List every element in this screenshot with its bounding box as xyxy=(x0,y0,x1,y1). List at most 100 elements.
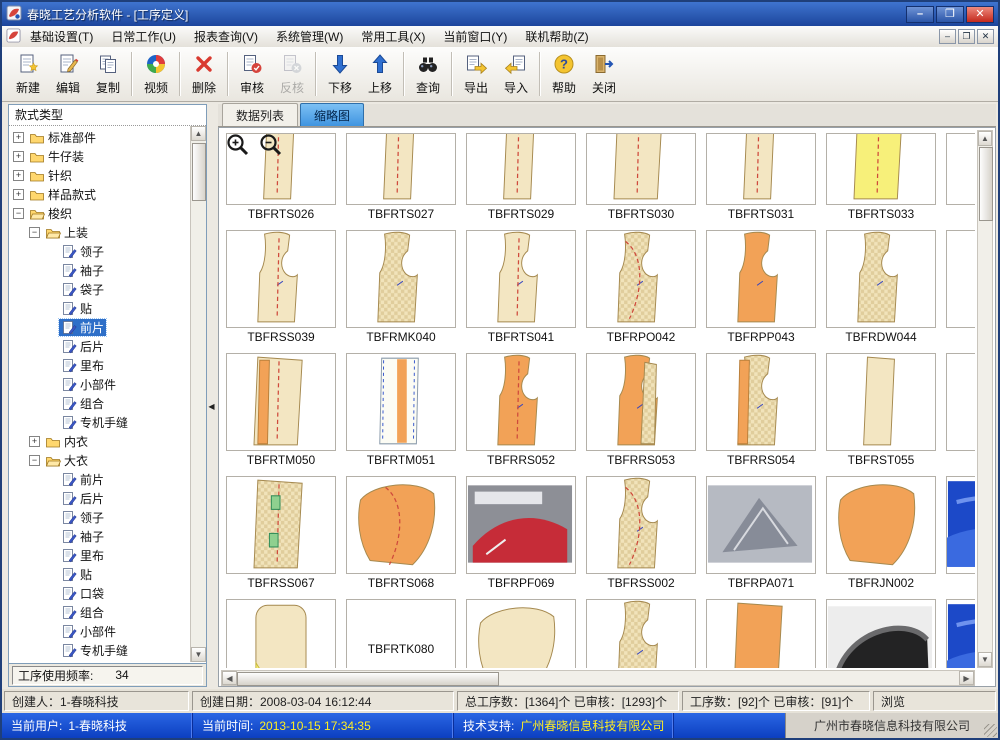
thumbnail-item[interactable]: TBFRPP043 xyxy=(701,227,821,346)
scrollbar-thumb[interactable] xyxy=(192,143,206,201)
thumbnail-item[interactable]: TBFRTM050 xyxy=(221,350,341,469)
tree-item-贴[interactable]: 贴 xyxy=(9,565,191,584)
thumbnail-item[interactable]: TBFRPO042 xyxy=(581,227,701,346)
close-button[interactable]: ✕ xyxy=(966,6,994,23)
thumbnail-item[interactable] xyxy=(941,227,975,346)
thumbnail-item[interactable] xyxy=(461,596,581,668)
tree-item-专机手缝[interactable]: 专机手缝 xyxy=(9,413,191,432)
tree-item-小部件[interactable]: 小部件 xyxy=(9,375,191,394)
tree-item-领子[interactable]: 领子 xyxy=(9,508,191,527)
thumbnail-item[interactable] xyxy=(941,350,975,469)
thumbnail-item[interactable]: TBFRDW044 xyxy=(821,227,941,346)
thumbnail-item[interactable]: TBFRSS067 xyxy=(221,473,341,592)
toolbar-button-moveup[interactable]: 上移 xyxy=(360,50,400,98)
horizontal-scrollbar[interactable]: ◀ ▶ xyxy=(221,670,975,686)
thumbnail-item[interactable]: TBFRTS027 xyxy=(341,130,461,223)
menu-item[interactable]: 常用工具(X) xyxy=(352,26,434,47)
scroll-up-icon[interactable]: ▲ xyxy=(191,126,206,141)
thumbnail-item[interactable]: TBFRRS053 xyxy=(581,350,701,469)
scroll-up-icon[interactable]: ▲ xyxy=(978,131,992,146)
mdi-minimize-button[interactable]: – xyxy=(939,29,956,44)
tree-item-专机手缝[interactable]: 专机手缝 xyxy=(9,641,191,660)
thumbnail-item[interactable]: TBFRST055 xyxy=(821,350,941,469)
tree-item-后片[interactable]: 后片 xyxy=(9,489,191,508)
minimize-button[interactable]: – xyxy=(906,6,934,23)
scroll-right-icon[interactable]: ▶ xyxy=(959,671,974,685)
thumbnail-item[interactable]: TBFRTM051 xyxy=(341,350,461,469)
tree-item-袖子[interactable]: 袖子 xyxy=(9,527,191,546)
thumbnail-item[interactable]: TBFRTS068 xyxy=(341,473,461,592)
thumbnail-item[interactable] xyxy=(581,596,701,668)
menu-item[interactable]: 日常工作(U) xyxy=(102,26,185,47)
thumbnail-item[interactable] xyxy=(941,596,975,668)
tree-item-大衣[interactable]: −大衣 xyxy=(9,451,191,470)
tree-item-内衣[interactable]: +内衣 xyxy=(9,432,191,451)
vertical-scrollbar[interactable]: ▲ ▼ xyxy=(977,130,993,668)
tree-expander[interactable]: + xyxy=(13,170,24,181)
tree-item-口袋[interactable]: 口袋 xyxy=(9,584,191,603)
splitter[interactable]: ◀ xyxy=(207,104,216,687)
menu-item[interactable]: 系统管理(W) xyxy=(267,26,352,47)
thumbnail-item[interactable] xyxy=(941,473,975,592)
thumbnail-item[interactable]: TBFRTS030 xyxy=(581,130,701,223)
tree-item-牛仔装[interactable]: +牛仔装 xyxy=(9,147,191,166)
tree-item-前片[interactable]: 前片 xyxy=(9,318,191,337)
menu-item[interactable]: 联机帮助(Z) xyxy=(516,26,597,47)
tree-item-前片[interactable]: 前片 xyxy=(9,470,191,489)
tree-expander[interactable]: + xyxy=(13,151,24,162)
sidebar-scrollbar[interactable]: ▲ ▼ xyxy=(190,126,206,662)
thumbnail-item[interactable] xyxy=(221,596,341,668)
toolbar-button-exit[interactable]: 关闭 xyxy=(584,50,624,98)
tree-expander[interactable]: + xyxy=(13,132,24,143)
thumbnail-item[interactable]: TBFRTS033 xyxy=(821,130,941,223)
tree-expander[interactable]: + xyxy=(29,436,40,447)
scroll-down-icon[interactable]: ▼ xyxy=(978,652,992,667)
toolbar-button-help[interactable]: ?帮助 xyxy=(544,50,584,98)
thumbnail-item[interactable]: TBFRTS031 xyxy=(701,130,821,223)
tree-expander[interactable]: − xyxy=(29,455,40,466)
toolbar-button-video[interactable]: 视频 xyxy=(136,50,176,98)
menu-item[interactable]: 基础设置(T) xyxy=(21,26,102,47)
menu-item[interactable]: 当前窗口(Y) xyxy=(434,26,516,47)
thumbnail-item[interactable]: TBFRTS029 xyxy=(461,130,581,223)
toolbar-button-delete[interactable]: 删除 xyxy=(184,50,224,98)
toolbar-button-audit[interactable]: 审核 xyxy=(232,50,272,98)
thumbnail-item[interactable]: TBFRRS054 xyxy=(701,350,821,469)
tree-item-样品款式[interactable]: +样品款式 xyxy=(9,185,191,204)
thumbnail-item[interactable]: TBFRRS052 xyxy=(461,350,581,469)
collapse-arrow-icon[interactable]: ◀ xyxy=(207,384,216,428)
tree-item-贴[interactable]: 贴 xyxy=(9,299,191,318)
toolbar-button-new[interactable]: 新建 xyxy=(8,50,48,98)
scroll-down-icon[interactable]: ▼ xyxy=(191,647,206,662)
thumbnail-item[interactable]: TBFRPF069 xyxy=(461,473,581,592)
tab-数据列表[interactable]: 数据列表 xyxy=(222,103,298,126)
toolbar-button-unaudit[interactable]: 反核 xyxy=(272,50,312,98)
thumbnail-item[interactable]: TBFRTK080 xyxy=(341,596,461,668)
thumbnail-item[interactable] xyxy=(701,596,821,668)
toolbar-button-movedown[interactable]: 下移 xyxy=(320,50,360,98)
toolbar-button-export[interactable]: 导出 xyxy=(456,50,496,98)
thumbnail-item[interactable] xyxy=(941,130,975,223)
tree-item-梭织[interactable]: −梭织 xyxy=(9,204,191,223)
scroll-left-icon[interactable]: ◀ xyxy=(222,671,237,685)
tree-item-组合[interactable]: 组合 xyxy=(9,603,191,622)
tree-item-后片[interactable]: 后片 xyxy=(9,337,191,356)
thumbnail-item[interactable]: TBFRSS039 xyxy=(221,227,341,346)
tree-item-里布[interactable]: 里布 xyxy=(9,356,191,375)
zoom-out-button[interactable] xyxy=(258,132,283,160)
menu-item[interactable]: 报表查询(V) xyxy=(185,26,267,47)
tree-item-领子[interactable]: 领子 xyxy=(9,242,191,261)
thumbnail-item[interactable] xyxy=(821,596,941,668)
scrollbar-thumb[interactable] xyxy=(979,147,993,221)
toolbar-button-copy[interactable]: 复制 xyxy=(88,50,128,98)
tree-expander[interactable]: − xyxy=(13,208,24,219)
tree-item-里布[interactable]: 里布 xyxy=(9,546,191,565)
mdi-close-button[interactable]: ✕ xyxy=(977,29,994,44)
toolbar-button-edit[interactable]: 编辑 xyxy=(48,50,88,98)
tree-item-袖子[interactable]: 袖子 xyxy=(9,261,191,280)
tree-item-组合[interactable]: 组合 xyxy=(9,394,191,413)
tree-item-袋子[interactable]: 袋子 xyxy=(9,280,191,299)
mdi-restore-button[interactable]: ❐ xyxy=(958,29,975,44)
tree-item-针织[interactable]: +针织 xyxy=(9,166,191,185)
thumbnail-item[interactable]: TBFRTS041 xyxy=(461,227,581,346)
